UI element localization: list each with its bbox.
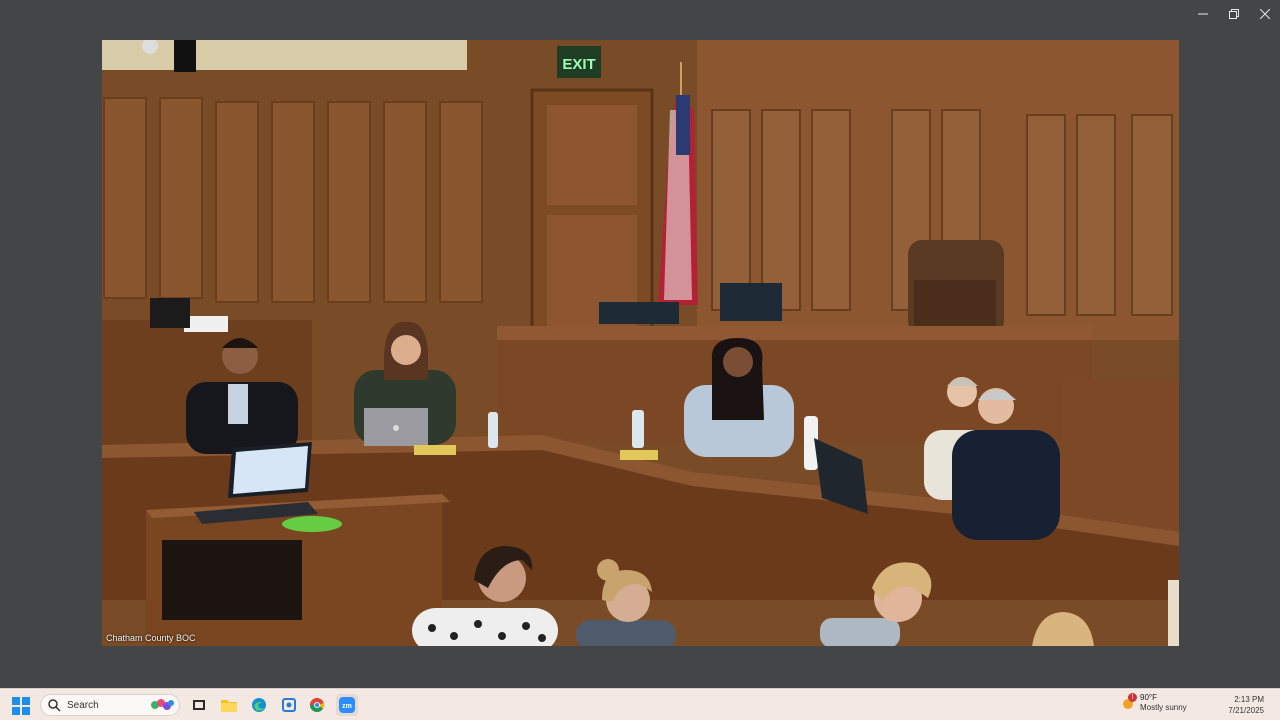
weather-temperature: 90°F bbox=[1140, 693, 1157, 702]
zoom-video-window: EXIT Chatham County BOC bbox=[0, 0, 1280, 688]
taskbar: Search zm ! 90°F Mostly sunny 2:13 PM 7/… bbox=[0, 688, 1280, 720]
video-feed[interactable]: EXIT Chatham County BOC bbox=[102, 40, 1179, 646]
zoom-button[interactable]: zm bbox=[336, 694, 358, 716]
edge-button[interactable] bbox=[248, 694, 270, 716]
window-controls bbox=[1187, 0, 1280, 28]
search-highlight-icon bbox=[149, 698, 175, 715]
exit-sign-text: EXIT bbox=[562, 56, 595, 73]
task-view-icon bbox=[193, 700, 205, 710]
weather-alert-badge: ! bbox=[1128, 693, 1137, 702]
maximize-button[interactable] bbox=[1219, 0, 1249, 28]
start-icon bbox=[12, 697, 30, 715]
clock-date: 7/21/2025 bbox=[1228, 706, 1264, 715]
clock-time: 2:13 PM bbox=[1234, 695, 1264, 704]
minimize-button[interactable] bbox=[1188, 0, 1218, 28]
search-icon bbox=[48, 699, 61, 712]
close-icon bbox=[1260, 9, 1270, 19]
task-view-button[interactable] bbox=[188, 694, 210, 716]
close-button[interactable] bbox=[1250, 0, 1280, 28]
minimize-icon bbox=[1198, 13, 1208, 15]
snipping-tool-button[interactable] bbox=[278, 694, 300, 716]
zoom-icon: zm bbox=[339, 697, 355, 713]
weather-sun-icon: ! bbox=[1120, 693, 1137, 711]
file-explorer-button[interactable] bbox=[218, 694, 240, 716]
video-source-label: Chatham County BOC bbox=[106, 633, 196, 643]
chrome-button[interactable] bbox=[306, 694, 328, 716]
file-explorer-icon bbox=[221, 700, 237, 712]
chrome-icon bbox=[310, 698, 325, 712]
taskbar-clock[interactable]: 2:13 PM 7/21/2025 bbox=[1228, 694, 1264, 716]
search-placeholder: Search bbox=[67, 699, 99, 711]
start-button[interactable] bbox=[12, 697, 30, 715]
weather-widget[interactable]: ! 90°F Mostly sunny bbox=[1120, 693, 1187, 713]
courtroom-scene: EXIT bbox=[102, 40, 1179, 646]
edge-icon bbox=[252, 698, 266, 712]
svg-text:zm: zm bbox=[342, 703, 352, 710]
snipping-tool-icon bbox=[282, 698, 296, 712]
weather-condition: Mostly sunny bbox=[1140, 703, 1187, 712]
restore-icon bbox=[1229, 9, 1239, 19]
taskbar-search-box[interactable]: Search bbox=[40, 694, 180, 716]
